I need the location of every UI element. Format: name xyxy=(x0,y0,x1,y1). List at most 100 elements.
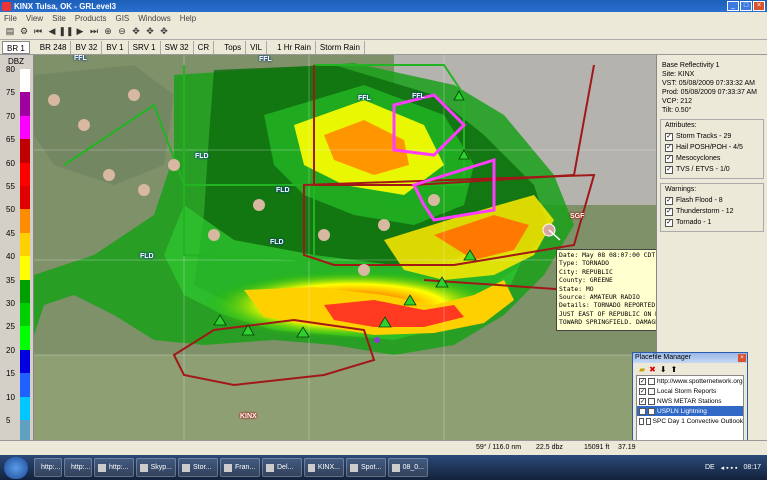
ffl-label: FFL xyxy=(358,95,371,102)
close-button[interactable]: × xyxy=(753,1,765,11)
checkbox[interactable] xyxy=(648,387,655,395)
prev-frame-icon[interactable]: ◀ xyxy=(46,26,58,38)
checkbox[interactable]: ✓ xyxy=(665,165,673,174)
sgf-radar-label: SGF xyxy=(570,213,585,220)
first-frame-icon[interactable]: ⏮ xyxy=(32,26,44,38)
checkbox[interactable]: ✓ xyxy=(665,196,673,205)
next-frame-icon[interactable]: ⏭ xyxy=(88,26,100,38)
checkbox[interactable]: ✓ xyxy=(639,387,646,395)
taskbar-button[interactable]: Fran... xyxy=(220,458,260,477)
start-button[interactable] xyxy=(4,456,28,479)
menu-view[interactable]: View xyxy=(26,14,43,23)
menu-products[interactable]: Products xyxy=(75,14,107,23)
taskbar-button[interactable]: http:... xyxy=(64,458,92,477)
open-icon[interactable]: ▤ xyxy=(4,26,16,38)
placefile-item[interactable]: ✓ NWS METAR Stations xyxy=(637,396,743,406)
checkbox[interactable]: ✓ xyxy=(639,397,646,405)
checkbox[interactable]: ✓ xyxy=(665,218,673,227)
taskbar-button[interactable]: Skyp... xyxy=(136,458,176,477)
checkbox[interactable] xyxy=(648,407,655,415)
taskbar-button[interactable]: 08_0... xyxy=(388,458,428,477)
menu-site[interactable]: Site xyxy=(52,14,66,23)
placefile-item[interactable]: SPC Day 1 Convective Outlook xyxy=(637,416,743,426)
tab-bv32[interactable]: BV 32 xyxy=(71,40,103,54)
checkbox[interactable]: ✓ xyxy=(665,132,673,141)
placefile-item[interactable]: ✓ Local Storm Reports xyxy=(637,386,743,396)
attr-storm-tracks[interactable]: ✓ Storm Tracks - 29 xyxy=(665,131,760,142)
taskbar-button[interactable]: Spot... xyxy=(346,458,386,477)
zoom-out-icon[interactable]: ⊖ xyxy=(116,26,128,38)
pause-icon[interactable]: ❚❚ xyxy=(58,26,73,38)
tab-1hr-rain[interactable]: 1 Hr Rain xyxy=(273,40,316,54)
tab-sw32[interactable]: SW 32 xyxy=(161,40,194,54)
checkbox[interactable]: ✓ xyxy=(665,207,673,216)
checkbox[interactable] xyxy=(648,397,655,405)
move-up-icon[interactable]: ⬆ xyxy=(671,365,678,374)
status-bearing: 59° / 116.0 nm xyxy=(476,444,522,451)
warn-tornado[interactable]: ✓ Tornado - 1 xyxy=(665,217,760,228)
colorbar-label: 35 xyxy=(6,275,15,285)
checkbox[interactable] xyxy=(648,377,655,385)
placefile-list: ✓ http://www.spotternetwork.org ✓ Local St… xyxy=(636,375,744,441)
checkbox[interactable] xyxy=(639,417,644,425)
attr-hail[interactable]: ✓ Hail POSH/POH - 4/5 xyxy=(665,142,760,153)
colorbar-label: 40 xyxy=(6,252,15,262)
tab-storm-rain[interactable]: Storm Rain xyxy=(316,40,365,54)
product-info: Base Reflectivity 1 Site: KINX VST: 05/0… xyxy=(657,55,767,115)
colorbar-swatch xyxy=(20,209,30,233)
zoom-in-icon[interactable]: ⊕ xyxy=(102,26,114,38)
tab-cr[interactable]: CR xyxy=(194,40,215,54)
tab-tops[interactable]: Tops xyxy=(220,40,247,54)
taskbar-button[interactable]: http:... xyxy=(34,458,62,477)
colorbar-label: 10 xyxy=(6,392,15,402)
warn-thunderstorm[interactable]: ✓ Thunderstorm - 12 xyxy=(665,206,760,217)
placefile-label: Local Storm Reports xyxy=(657,387,717,395)
taskbar-button[interactable]: Del... xyxy=(262,458,302,477)
placefile-item-selected[interactable]: USPLN Lightning xyxy=(637,406,743,416)
taskbar-button[interactable]: KINX... xyxy=(304,458,344,477)
settings-icon[interactable]: ⚙ xyxy=(18,26,30,38)
product-name: Base Reflectivity 1 xyxy=(662,62,720,69)
play-icon[interactable]: ▶ xyxy=(74,26,86,38)
taskbar-button[interactable]: Stor... xyxy=(178,458,218,477)
language-indicator[interactable]: DE xyxy=(705,464,715,471)
menu-gis[interactable]: GIS xyxy=(115,14,129,23)
delete-icon[interactable]: ✖ xyxy=(649,365,656,374)
colorbar-swatch xyxy=(20,303,30,327)
checkbox[interactable] xyxy=(639,407,646,415)
checkbox[interactable] xyxy=(645,417,651,425)
menu-windows[interactable]: Windows xyxy=(138,14,170,23)
checkbox[interactable]: ✓ xyxy=(665,154,673,163)
colorbar-label: 75 xyxy=(6,88,15,98)
maximize-button[interactable]: □ xyxy=(740,1,752,11)
checkbox[interactable]: ✓ xyxy=(639,377,646,385)
attr-tvs[interactable]: ✓ TVS / ETVS - 1/0 xyxy=(665,164,760,175)
close-icon[interactable]: × xyxy=(738,354,746,362)
clock[interactable]: 08:17 xyxy=(743,464,761,471)
fld-label: FLD xyxy=(270,239,284,246)
menu-help[interactable]: Help xyxy=(180,14,196,23)
tab-br248[interactable]: BR 248 xyxy=(36,40,72,54)
warn-flash-flood[interactable]: ✓ Flash Flood - 8 xyxy=(665,195,760,206)
move-down-icon[interactable]: ⬇ xyxy=(660,365,667,374)
pan-icon[interactable]: ✥ xyxy=(130,26,142,38)
checkbox[interactable]: ✓ xyxy=(665,143,673,152)
radar-map[interactable]: FFL FFL FFL FFL FLD FLD FLD FLD SGF KINX xyxy=(34,55,656,440)
taskbar-button[interactable]: http:... xyxy=(94,458,134,477)
meso-marker xyxy=(374,337,380,343)
tab-br1[interactable]: BR 1 xyxy=(2,40,30,54)
attributes-group: Attributes: ✓ Storm Tracks - 29 ✓ Hail POS… xyxy=(660,119,764,179)
colorbar-label: 70 xyxy=(6,111,15,121)
colorbar-label: 80 xyxy=(6,65,15,74)
menu-file[interactable]: File xyxy=(4,14,17,23)
minimize-button[interactable]: _ xyxy=(727,1,739,11)
attributes-title: Attributes: xyxy=(665,122,697,129)
open-folder-icon[interactable]: ▰ xyxy=(639,365,645,374)
pan-icon-2[interactable]: ✥ xyxy=(144,26,156,38)
pan-icon-3[interactable]: ✥ xyxy=(158,26,170,38)
placefile-item[interactable]: ✓ http://www.spotternetwork.org xyxy=(637,376,743,386)
tab-bv1[interactable]: BV 1 xyxy=(102,40,129,54)
tab-vil[interactable]: VIL xyxy=(246,40,268,54)
attr-meso[interactable]: ✓ Mesocyclones xyxy=(665,153,760,164)
tab-srv1[interactable]: SRV 1 xyxy=(129,40,161,54)
